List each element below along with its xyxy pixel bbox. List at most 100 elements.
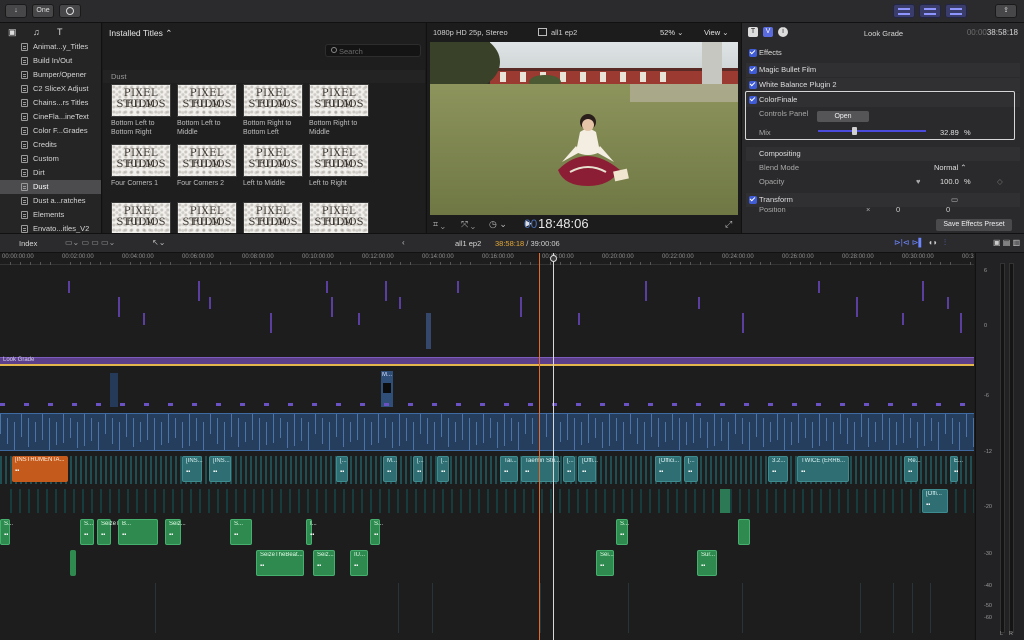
keyword-marker[interactable]: [240, 403, 245, 406]
audio-clip-edge[interactable]: [955, 489, 957, 513]
audio-clip-edge[interactable]: [160, 456, 162, 484]
position-y-value[interactable]: 0: [946, 207, 950, 215]
keyword-marker[interactable]: [912, 403, 917, 406]
blend-mode-select[interactable]: Normal ⌃: [934, 161, 967, 175]
title-thumbnail[interactable]: PIXEL FILM STUDIOS Bottom Left to Middle: [177, 84, 237, 137]
transform-icon[interactable]: ⤧ ⌄: [461, 219, 475, 230]
timeline[interactable]: 00:00:00:00 00:02:00:00 00:04:00:00 00:06:0…: [0, 253, 974, 640]
audio-clip-edge[interactable]: [935, 456, 937, 484]
audio-clip-edge[interactable]: [140, 456, 142, 484]
audio-clip-edge[interactable]: [165, 456, 167, 484]
save-effects-preset-button[interactable]: Save Effects Preset: [936, 219, 1012, 231]
audio-clip-edge[interactable]: [442, 489, 444, 513]
audio-clip-edge[interactable]: [703, 489, 705, 513]
audio-clip-edge[interactable]: [289, 489, 291, 513]
audio-clip-edge[interactable]: [856, 489, 858, 513]
keyword-marker[interactable]: [408, 403, 413, 406]
audio-clip-edge[interactable]: [755, 456, 757, 484]
audio-solo-icon[interactable]: ◖◗: [928, 238, 938, 247]
audio-clip-edge[interactable]: [700, 456, 702, 484]
audio-clip-edge[interactable]: [310, 456, 312, 484]
titles-generators-icon[interactable]: T: [57, 27, 67, 37]
title-thumbnail[interactable]: PIXEL FILM STUDIOS Bottom Right to Middle: [309, 84, 369, 137]
audio-clip-edge[interactable]: [870, 456, 872, 484]
keyframe-diamond-icon[interactable]: ◇: [997, 175, 1003, 189]
position-x-value[interactable]: 0: [896, 207, 900, 215]
audio-clip-edge[interactable]: [295, 456, 297, 484]
keyword-marker[interactable]: [336, 403, 341, 406]
audio-clip-edge[interactable]: [465, 456, 467, 484]
music-clip[interactable]: S... ▪▪: [616, 519, 629, 545]
keyword-marker[interactable]: [600, 403, 605, 406]
sidebar-item[interactable]: Bumper/Opener: [0, 68, 101, 82]
playhead-handle[interactable]: [550, 255, 557, 262]
sidebar-item[interactable]: Envato...itles_V2: [0, 222, 101, 233]
audio-clip-edge[interactable]: [405, 456, 407, 484]
audio-clip-edge[interactable]: [645, 456, 647, 484]
audio-clip-edge[interactable]: [325, 456, 327, 484]
music-clip[interactable]: [738, 519, 750, 545]
keyword-marker[interactable]: [360, 403, 365, 406]
keyword-marker[interactable]: [960, 403, 965, 406]
audio-clip-edge[interactable]: [90, 456, 92, 484]
keyword-marker[interactable]: [480, 403, 485, 406]
audio-clip-edge[interactable]: [850, 456, 852, 484]
audio-clip-edge[interactable]: [125, 456, 127, 484]
audio-clip-edge[interactable]: [208, 489, 210, 513]
audio-clip[interactable]: [INS... ▪▪: [182, 456, 203, 482]
music-clip[interactable]: S... ▪▪: [80, 519, 94, 545]
audio-clip-edge[interactable]: [145, 489, 147, 513]
browser-title[interactable]: Installed Titles ⌃: [109, 28, 172, 39]
title-marker[interactable]: [457, 281, 459, 293]
audio-clip-edge[interactable]: [19, 489, 21, 513]
keyword-marker[interactable]: [120, 403, 125, 406]
audio-clip-edge[interactable]: [892, 489, 894, 513]
select-tool-icon[interactable]: ↖⌄: [152, 238, 165, 247]
audio-clip-edge[interactable]: [410, 456, 412, 484]
audio-clip-edge[interactable]: [80, 456, 82, 484]
audio-clip-edge[interactable]: [560, 456, 562, 484]
audio-clip-edge[interactable]: [496, 489, 498, 513]
keyword-marker[interactable]: [840, 403, 845, 406]
audio-clip-edge[interactable]: [720, 456, 722, 484]
audio-clip-edge[interactable]: [320, 456, 322, 484]
keyword-marker[interactable]: [0, 403, 5, 406]
audio-clip-edge[interactable]: [380, 456, 382, 484]
audio-clip-edge[interactable]: [620, 456, 622, 484]
audio-clip-edge[interactable]: [541, 489, 543, 513]
music-clip[interactable]: I... ▪▪: [306, 519, 317, 545]
keywords-button[interactable]: One: [32, 4, 54, 18]
audio-clip-edge[interactable]: [470, 456, 472, 484]
audio-clip-edge[interactable]: [748, 489, 750, 513]
audio-clip-edge[interactable]: [28, 489, 30, 513]
sidebar-item[interactable]: Chains...rs Titles: [0, 96, 101, 110]
keyword-marker[interactable]: [888, 403, 893, 406]
white-balance-checkbox[interactable]: [749, 81, 757, 89]
audio-clip-edge[interactable]: [397, 489, 399, 513]
audio-clip-edge[interactable]: [190, 489, 192, 513]
title-thumbnail[interactable]: PIXEL FILM STUDIOS: [177, 202, 237, 233]
audio-clip-edge[interactable]: [694, 489, 696, 513]
audio-clip-edge[interactable]: [970, 456, 972, 484]
audio-clip-edge[interactable]: [865, 489, 867, 513]
keyword-marker[interactable]: [528, 403, 533, 406]
background-tasks-button[interactable]: [59, 4, 81, 18]
audio-clip-edge[interactable]: [568, 489, 570, 513]
audio-clip-edge[interactable]: [360, 456, 362, 484]
audio-clip[interactable]: [Offici... ▪▪: [655, 456, 681, 482]
music-clip[interactable]: SeizeThe... ▪▪: [97, 519, 131, 545]
audio-clip-edge[interactable]: [315, 456, 317, 484]
audio-clip-edge[interactable]: [343, 489, 345, 513]
title-marker[interactable]: [578, 313, 580, 325]
audio-clip-edge[interactable]: [890, 456, 892, 484]
audio-clip-edge[interactable]: [451, 489, 453, 513]
audio-clip[interactable]: [... ▪▪: [336, 456, 348, 482]
audio-clip-edge[interactable]: [605, 456, 607, 484]
keyword-marker[interactable]: [456, 403, 461, 406]
audio-clip-edge[interactable]: [275, 456, 277, 484]
audio-clip-edge[interactable]: [658, 489, 660, 513]
audio-clip-edge[interactable]: [5, 456, 7, 484]
audio-clip-edge[interactable]: [55, 489, 57, 513]
audio-clip-edge[interactable]: [802, 489, 804, 513]
audio-clip-edge[interactable]: [730, 489, 732, 513]
